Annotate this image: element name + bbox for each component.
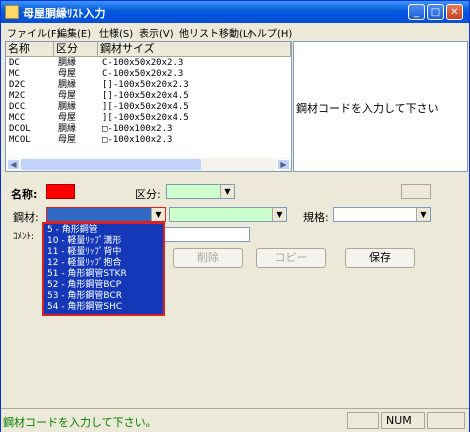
row-name: MCOL	[9, 135, 31, 145]
row-kubun: 母屋	[58, 69, 77, 79]
row-name: DC	[9, 58, 20, 68]
status-message: 鋼材コードを入力して下さい。	[3, 416, 157, 429]
name-field[interactable]	[46, 184, 75, 199]
dropdown-item[interactable]: 10 - 軽量ﾘｯﾌﾟ溝形	[47, 236, 165, 246]
kubun-label: 区分:	[135, 188, 161, 201]
menu-view[interactable]: 表示(V)	[139, 25, 174, 40]
row-kubun: 胴縁	[58, 80, 77, 90]
row-name: M2C	[9, 91, 26, 101]
row-size: □-100x100x2.3	[102, 124, 173, 134]
app-icon	[5, 5, 19, 19]
row-name: DCOL	[9, 124, 31, 134]
dropdown-item[interactable]: 54 - 角形鋼管SHC	[47, 302, 165, 312]
minimize-icon[interactable]: _	[408, 4, 425, 20]
steel-list[interactable]: 名称 区分 鋼材サイズ DC 胴縁 C-100x50x20x2.3 MC 母屋 …	[5, 41, 292, 172]
delete-button[interactable]: 削除	[173, 248, 243, 268]
status-bar: 鋼材コードを入力して下さい。 NUM	[1, 408, 469, 432]
scroll-right-icon[interactable]: ▶	[277, 159, 290, 170]
window-title: 母屋胴縁ﾘｽﾄ入力	[23, 7, 106, 20]
chevron-down-icon[interactable]: ▼	[151, 208, 165, 221]
row-size: ][-100x50x20x4.5	[102, 102, 189, 112]
dropdown-item[interactable]: 12 - 軽量ﾘｯﾌﾟ抱合	[47, 258, 165, 268]
row-size: []-100x50x20x2.3	[102, 80, 189, 90]
header-size[interactable]: 鋼材サイズ	[98, 42, 291, 56]
list-row[interactable]: DCOL 胴縁 □-100x100x2.3	[6, 124, 291, 135]
row-kubun: 胴縁	[58, 124, 77, 134]
row-kubun: 母屋	[58, 135, 77, 145]
num-lock-indicator: NUM	[381, 412, 425, 429]
row-size: []-100x50x20x4.5	[102, 91, 189, 101]
list-row[interactable]: DCC 胴縁 ][-100x50x20x4.5	[6, 102, 291, 113]
kikaku-label: 規格:	[303, 211, 329, 224]
aux-field[interactable]	[401, 184, 431, 199]
close-icon[interactable]: ✕	[446, 4, 463, 20]
kozai-detail-select[interactable]: ▼	[169, 207, 287, 222]
row-kubun: 母屋	[58, 91, 77, 101]
comment-label: ｺﾒﾝﾄ:	[13, 232, 35, 242]
kubun-select[interactable]: ▼	[166, 184, 235, 199]
row-size: ][-100x50x20x4.5	[102, 113, 189, 123]
menu-help[interactable]: ヘルプ(H)	[247, 25, 292, 40]
scroll-thumb[interactable]	[21, 159, 201, 170]
maximize-icon[interactable]: □	[427, 4, 444, 20]
row-kubun: 母屋	[58, 113, 77, 123]
menu-edit[interactable]: 編集(E)	[57, 25, 91, 40]
kozai-label: 鋼材:	[13, 211, 39, 224]
status-panel	[347, 412, 379, 429]
dropdown-item[interactable]: 53 - 角形鋼管BCR	[47, 291, 165, 301]
dropdown-item[interactable]: 5 - 角形鋼管	[47, 225, 165, 235]
main-window: 母屋胴縁ﾘｽﾄ入力 _ □ ✕ ファイル(F) 編集(E) 仕様(S) 表示(V…	[0, 0, 470, 432]
dropdown-item[interactable]: 51 - 角形鋼管STKR	[47, 269, 165, 279]
kozai-select[interactable]: ▼	[46, 207, 166, 222]
row-size: □-100x100x2.3	[102, 135, 173, 145]
name-label: 名称:	[11, 188, 38, 201]
save-button[interactable]: 保存	[345, 248, 415, 268]
list-row[interactable]: D2C 胴縁 []-100x50x20x2.3	[6, 80, 291, 91]
header-name[interactable]: 名称	[6, 42, 54, 56]
chevron-down-icon[interactable]: ▼	[272, 208, 286, 221]
horizontal-scrollbar[interactable]: ◀ ▶	[6, 158, 291, 171]
dropdown-item[interactable]: 52 - 角形鋼管BCP	[47, 280, 165, 290]
row-name: D2C	[9, 80, 26, 90]
kozai-dropdown-list[interactable]: 5 - 角形鋼管 10 - 軽量ﾘｯﾌﾟ溝形 11 - 軽量ﾘｯﾌﾟ背中 12 …	[42, 222, 165, 316]
row-size: C-100x50x20x2.3	[102, 69, 184, 79]
menu-file[interactable]: ファイル(F)	[7, 25, 61, 40]
dropdown-item[interactable]: 11 - 軽量ﾘｯﾌﾟ背中	[47, 247, 165, 257]
status-panel	[427, 412, 465, 429]
row-size: C-100x50x20x2.3	[102, 58, 184, 68]
list-row[interactable]: DC 胴縁 C-100x50x20x2.3	[6, 58, 291, 69]
row-name: DCC	[9, 102, 26, 112]
list-row[interactable]: MCC 母屋 ][-100x50x20x4.5	[6, 113, 291, 124]
copy-button[interactable]: コピー	[256, 248, 326, 268]
instruction-message: 鋼材コードを入力して下さい	[296, 102, 439, 115]
list-row[interactable]: M2C 母屋 []-100x50x20x4.5	[6, 91, 291, 102]
header-kubun[interactable]: 区分	[54, 42, 98, 56]
list-header: 名称 区分 鋼材サイズ	[6, 42, 291, 57]
row-kubun: 胴縁	[58, 58, 77, 68]
kikaku-select[interactable]: ▼	[333, 207, 431, 222]
list-row[interactable]: MCOL 母屋 □-100x100x2.3	[6, 135, 291, 146]
message-panel: 鋼材コードを入力して下さい	[293, 41, 468, 172]
chevron-down-icon[interactable]: ▼	[416, 208, 430, 221]
menu-bar: ファイル(F) 編集(E) 仕様(S) 表示(V) 他リスト移動(L) ヘルプ(…	[1, 23, 469, 40]
row-kubun: 胴縁	[58, 102, 77, 112]
scroll-left-icon[interactable]: ◀	[7, 159, 20, 170]
chevron-down-icon[interactable]: ▼	[220, 185, 234, 198]
title-bar[interactable]: 母屋胴縁ﾘｽﾄ入力 _ □ ✕	[1, 1, 469, 23]
menu-move-list[interactable]: 他リスト移動(L)	[179, 25, 252, 40]
row-name: MC	[9, 69, 20, 79]
menu-spec[interactable]: 仕様(S)	[99, 25, 133, 40]
row-name: MCC	[9, 113, 26, 123]
list-row[interactable]: MC 母屋 C-100x50x20x2.3	[6, 69, 291, 80]
